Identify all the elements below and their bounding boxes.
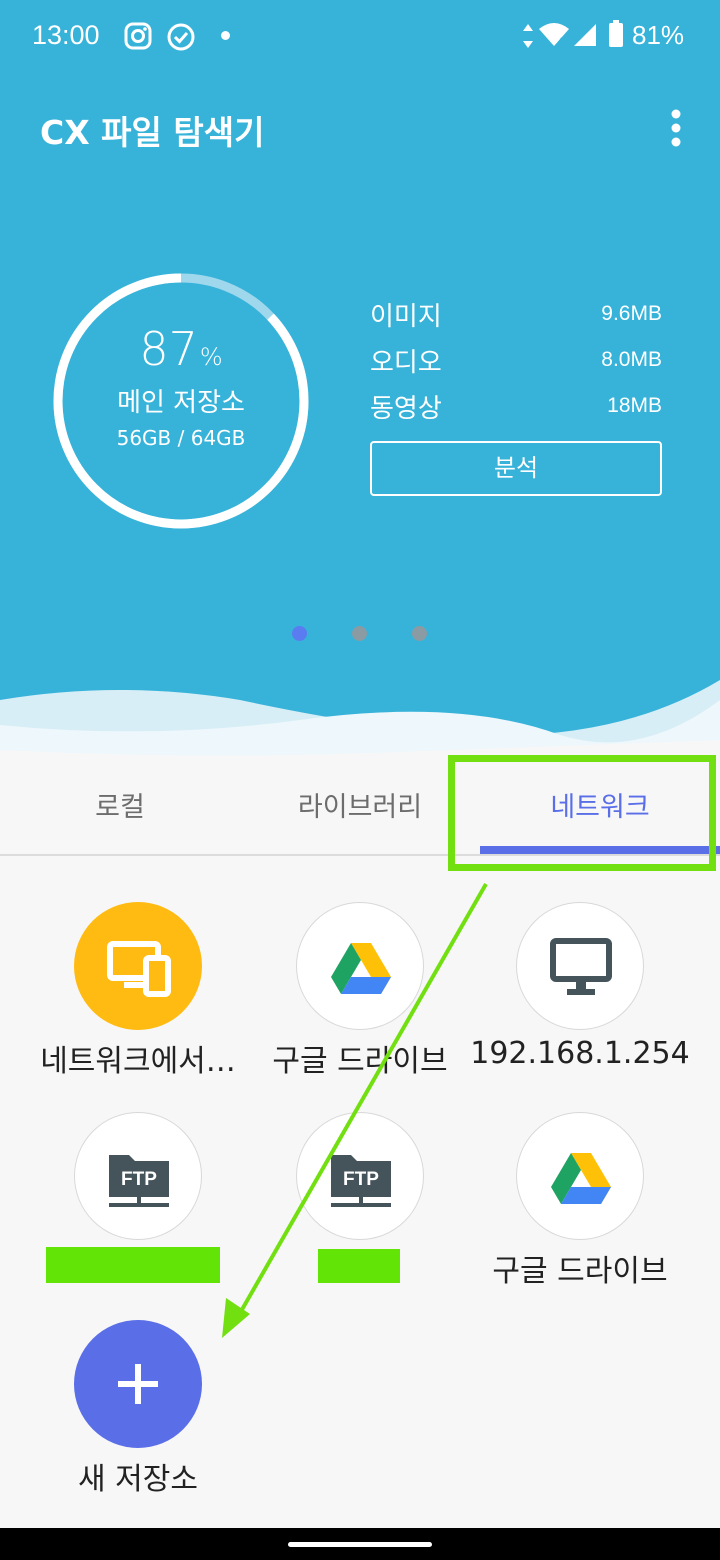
stat-value: 9.6MB <box>601 302 662 325</box>
network-item-label: 새 저장소 <box>78 1462 198 1497</box>
storage-percent: 87% <box>52 322 310 376</box>
status-time: 13:00 <box>32 20 100 50</box>
network-item-host[interactable]: 192.168.1.254 <box>460 900 700 1110</box>
highlight-box <box>448 755 716 871</box>
storage-percent-unit: % <box>199 343 223 371</box>
monitor-icon <box>516 902 644 1030</box>
stat-name: 이미지 <box>370 302 442 332</box>
stat-value: 8.0MB <box>601 348 662 371</box>
check-circle-icon <box>167 23 195 51</box>
analyze-button[interactable]: 분석 <box>370 441 662 496</box>
dot-icon <box>221 31 230 40</box>
network-item-label: 구글 드라이브 <box>272 1044 448 1079</box>
app-title: CX 파일 탐색기 <box>40 113 265 152</box>
svg-text:FTP: FTP <box>343 1169 379 1190</box>
ftp-icon: FTP <box>74 1112 202 1240</box>
stat-row-audio[interactable]: 오디오 8.0MB <box>370 342 662 388</box>
more-vert-icon[interactable] <box>668 108 684 148</box>
tab-local[interactable]: 로컬 <box>0 762 240 854</box>
storage-stats: 이미지 9.6MB 오디오 8.0MB 동영상 18MB <box>370 296 662 434</box>
storage-percent-value: 87 <box>139 322 198 376</box>
network-item-ftp-1[interactable]: FTP <box>18 1110 258 1320</box>
storage-size: 56GB / 64GB <box>116 426 246 450</box>
redaction-bar <box>46 1247 220 1283</box>
network-item-label: 구글 드라이브 <box>492 1254 668 1289</box>
page-dot-active[interactable] <box>292 626 307 641</box>
google-drive-icon <box>516 1112 644 1240</box>
google-drive-icon <box>296 902 424 1030</box>
plus-icon <box>74 1320 202 1448</box>
page-dot[interactable] <box>352 626 367 641</box>
network-item-google-drive[interactable]: 구글 드라이브 <box>240 900 480 1110</box>
storage-label: 메인 저장소 <box>117 388 245 418</box>
svg-text:4: 4 <box>558 36 563 46</box>
ftp-icon: FTP <box>296 1112 424 1240</box>
wifi-icon: 4 <box>539 23 569 46</box>
page-indicator <box>0 626 720 642</box>
status-bar: 13:00 4 81% <box>0 0 720 72</box>
network-item-label: 네트워크에서… <box>40 1044 236 1079</box>
stat-name: 동영상 <box>370 394 442 424</box>
instagram-icon <box>124 22 152 50</box>
stat-value: 18MB <box>607 394 662 417</box>
data-arrows-icon <box>523 24 533 48</box>
tab-library[interactable]: 라이브러리 <box>240 762 480 854</box>
devices-icon <box>74 902 202 1030</box>
navigation-bar <box>0 1528 720 1560</box>
stat-name: 오디오 <box>370 348 442 378</box>
page-dot[interactable] <box>412 626 427 641</box>
signal-icon <box>574 24 596 46</box>
battery-percent: 81% <box>632 20 685 50</box>
home-handle[interactable] <box>288 1542 432 1547</box>
network-item-discover[interactable]: 네트워크에서… <box>18 900 258 1110</box>
network-item-google-drive-2[interactable]: 구글 드라이브 <box>460 1110 700 1320</box>
redaction-bar <box>318 1249 400 1283</box>
network-item-label: 192.168.1.254 <box>470 1036 690 1071</box>
new-storage-button[interactable]: 새 저장소 <box>18 1318 258 1528</box>
network-item-ftp-2[interactable]: FTP <box>240 1110 480 1320</box>
stat-row-images[interactable]: 이미지 9.6MB <box>370 296 662 342</box>
svg-text:FTP: FTP <box>121 1169 157 1190</box>
stat-row-video[interactable]: 동영상 18MB <box>370 388 662 434</box>
battery-icon <box>609 20 623 47</box>
